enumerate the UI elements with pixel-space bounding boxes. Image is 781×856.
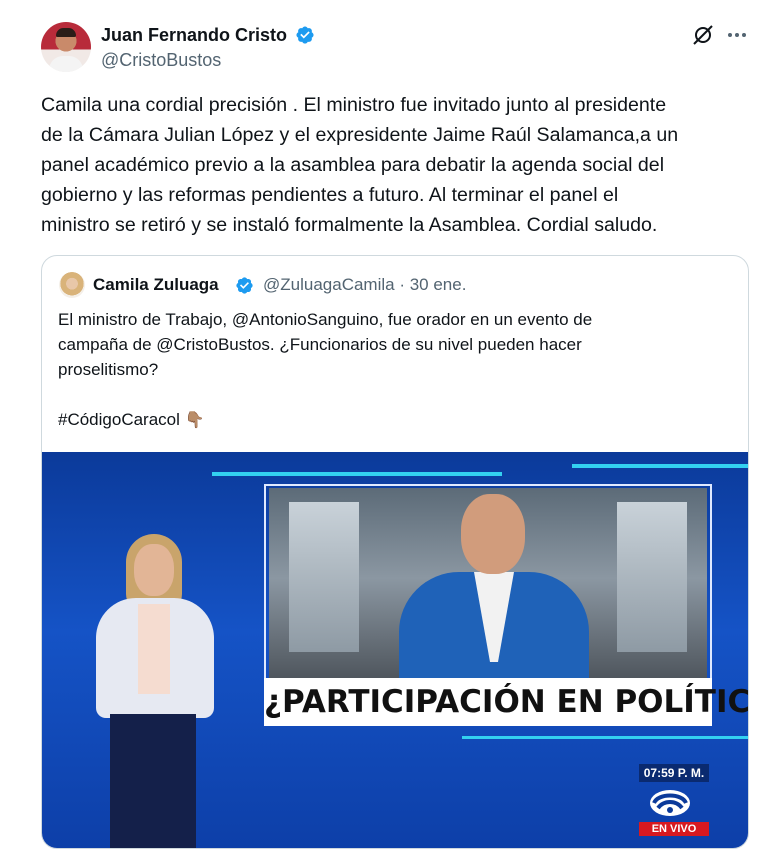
news-presenter <box>90 534 220 848</box>
tweet: Juan Fernando Cristo @CristoBustos Camil… <box>0 0 781 856</box>
decor-stripe <box>462 736 748 739</box>
tweet-text-line: de la Cámara Julian López y el expreside… <box>41 124 679 146</box>
avatar-shirt <box>49 56 83 72</box>
hashtag-line: #CódigoCaracol 👇🏽 <box>58 407 718 433</box>
author-handle[interactable]: @CristoBustos <box>101 48 221 72</box>
caracol-logo-icon <box>650 790 690 816</box>
pointing-down-emoji: 👇🏽 <box>184 412 205 429</box>
tweet-text-line: Camila una cordial precisión . El minist… <box>41 94 667 116</box>
quoted-tweet[interactable]: Camila Zuluaga @ZuluagaCamila · 30 ene. … <box>41 255 749 849</box>
tweet-text-line: gobierno y las reformas pendientes a fut… <box>41 184 619 206</box>
live-badge: EN VIVO <box>639 822 709 836</box>
tweet-text-line: ministro se retiró y se instaló formalme… <box>41 214 658 236</box>
quoted-text-line: El ministro de Trabajo, @AntonioSanguino… <box>58 310 593 329</box>
presenter-face <box>134 544 174 596</box>
presenter-top <box>138 604 170 694</box>
decor-stripe <box>212 472 502 476</box>
quoted-author-name[interactable]: Camila Zuluaga <box>93 273 219 297</box>
tweet-text-line: panel académico previo a la asamblea par… <box>41 154 665 176</box>
decor-stripe <box>572 464 748 468</box>
presenter-pants <box>110 714 196 848</box>
tweet-text: Camila una cordial precisión . El minist… <box>41 90 761 240</box>
author-avatar[interactable] <box>41 22 91 72</box>
author-name[interactable]: Juan Fernando Cristo <box>101 23 287 47</box>
headline-banner-text: ¿PARTICIPACIÓN EN POLÍTICA? <box>264 684 749 720</box>
quoted-media-image[interactable]: ¿PARTICIPACIÓN EN POLÍTICA? 07:59 P. M. … <box>42 452 749 848</box>
verified-badge-icon <box>296 26 314 44</box>
verified-badge-icon <box>236 277 253 294</box>
quoted-text-line: campaña de @CristoBustos. ¿Funcionarios … <box>58 335 582 354</box>
grok-slash-icon[interactable] <box>691 23 715 47</box>
quoted-text-line: proselitismo? <box>58 360 159 379</box>
hashtag-link[interactable]: #CódigoCaracol <box>58 410 180 429</box>
quoted-text: El ministro de Trabajo, @AntonioSanguino… <box>58 307 718 433</box>
more-dots-icon[interactable] <box>725 23 749 47</box>
quoted-handle-date[interactable]: @ZuluagaCamila · 30 ene. <box>263 273 466 297</box>
quoted-author-avatar[interactable] <box>59 272 85 298</box>
broadcast-time: 07:59 P. M. <box>639 764 709 782</box>
avatar-hair <box>56 28 76 37</box>
